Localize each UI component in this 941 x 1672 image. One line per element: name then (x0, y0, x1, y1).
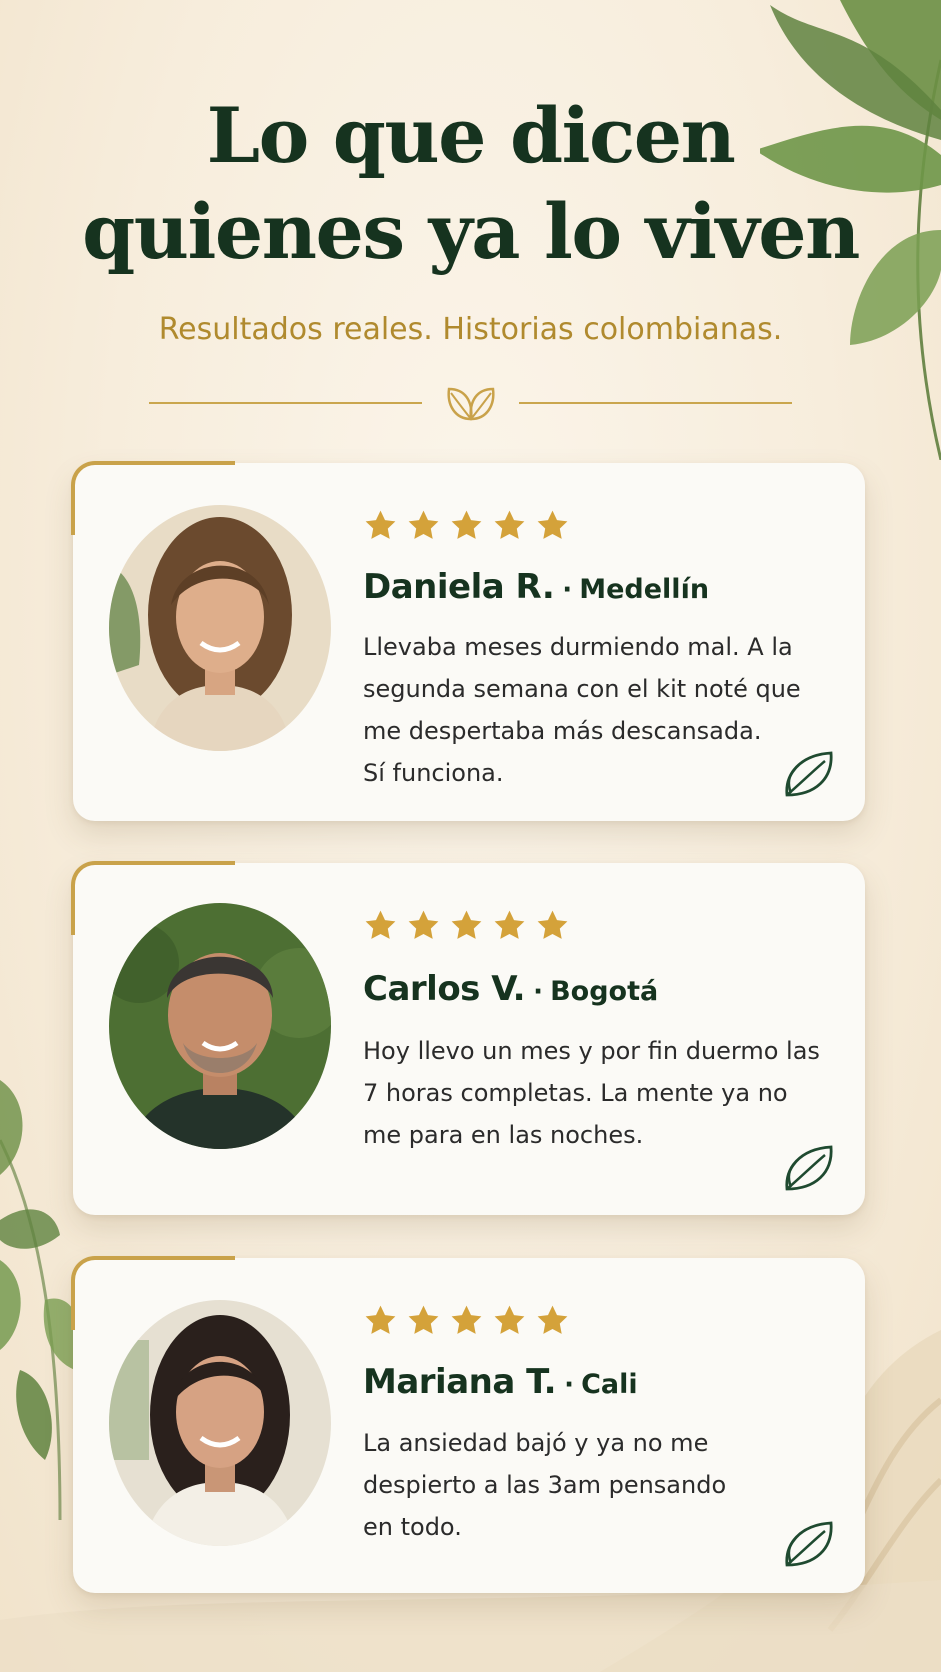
page-title-line-2: quienes ya lo viven (82, 187, 860, 276)
star-icon (365, 1305, 396, 1334)
quote-line: en todo. (363, 1513, 462, 1541)
quote-line: La ansiedad bajó y ya no me (363, 1429, 709, 1457)
page-title-line-1: Lo que dicen (206, 91, 736, 180)
star-icon (494, 510, 525, 539)
leaf-icon (785, 751, 833, 797)
reviewer: Carlos V. · Bogotá (363, 969, 658, 1009)
testimonial-quote: La ansiedad bajó y ya no me despierto a … (363, 1422, 823, 1548)
divider-right-line (519, 402, 792, 404)
star-icon (494, 1305, 525, 1334)
quote-line: me para en las noches. (363, 1121, 644, 1149)
divider-left-line (149, 402, 422, 404)
quote-line: Llevaba meses durmiendo mal. A la (363, 633, 793, 661)
leaf-icon (785, 1521, 833, 1567)
testimonial-card: Carlos V. · Bogotá Hoy llevo un mes y por… (71, 861, 865, 1215)
star-icon (451, 1305, 482, 1334)
star-rating (363, 508, 570, 543)
testimonial-card: Mariana T. · Cali La ansiedad bajó y ya n… (71, 1256, 865, 1593)
testimonial-quote: Hoy llevo un mes y por fin duermo las 7 … (363, 1030, 823, 1156)
reviewer-name: Daniela R. (363, 567, 555, 607)
quote-line: me despertaba más descansada. (363, 717, 762, 745)
bottom-fabric-decoration (0, 1580, 941, 1672)
leaf-icon (785, 1145, 833, 1191)
page-subtitle: Resultados reales. Historias colombianas… (158, 312, 783, 347)
reviewer-name: Mariana T. (363, 1362, 557, 1402)
avatar (109, 505, 331, 751)
testimonial-quote: Llevaba meses durmiendo mal. A la segund… (363, 626, 823, 794)
quote-line: Sí funciona. (363, 759, 504, 787)
quote-line: despierto a las 3am pensando (363, 1471, 727, 1499)
star-icon (537, 910, 568, 939)
reviewer: Daniela R. · Medellín (363, 567, 709, 607)
star-icon (451, 510, 482, 539)
quote-line: segunda semana con el kit noté que (363, 675, 801, 703)
name-separator: · (562, 575, 573, 605)
star-icon (408, 1305, 439, 1334)
reviewer-city: Bogotá (550, 976, 659, 1007)
name-separator: · (533, 977, 543, 1007)
avatar (109, 903, 331, 1149)
reviewer-city: Medellín (579, 574, 710, 605)
reviewer-name: Carlos V. (363, 969, 526, 1009)
star-icon (494, 910, 525, 939)
name-separator: · (564, 1370, 574, 1400)
star-icon (408, 910, 439, 939)
star-rating (363, 908, 570, 943)
double-leaf-icon (447, 387, 495, 421)
star-icon (537, 1305, 568, 1334)
star-icon (537, 510, 568, 539)
quote-line: Hoy llevo un mes y por fin duermo las (363, 1037, 820, 1065)
avatar (109, 1300, 331, 1546)
star-rating (363, 1303, 570, 1338)
quote-line: 7 horas completas. La mente ya no (363, 1079, 788, 1107)
page-title: Lo que dicen quienes ya lo viven (0, 88, 941, 280)
star-icon (365, 910, 396, 939)
testimonial-card: Daniela R. · Medellín Llevaba meses durmi… (71, 461, 865, 821)
reviewer-city: Cali (581, 1369, 638, 1400)
reviewer: Mariana T. · Cali (363, 1362, 638, 1402)
star-icon (408, 510, 439, 539)
star-icon (365, 510, 396, 539)
star-icon (451, 910, 482, 939)
